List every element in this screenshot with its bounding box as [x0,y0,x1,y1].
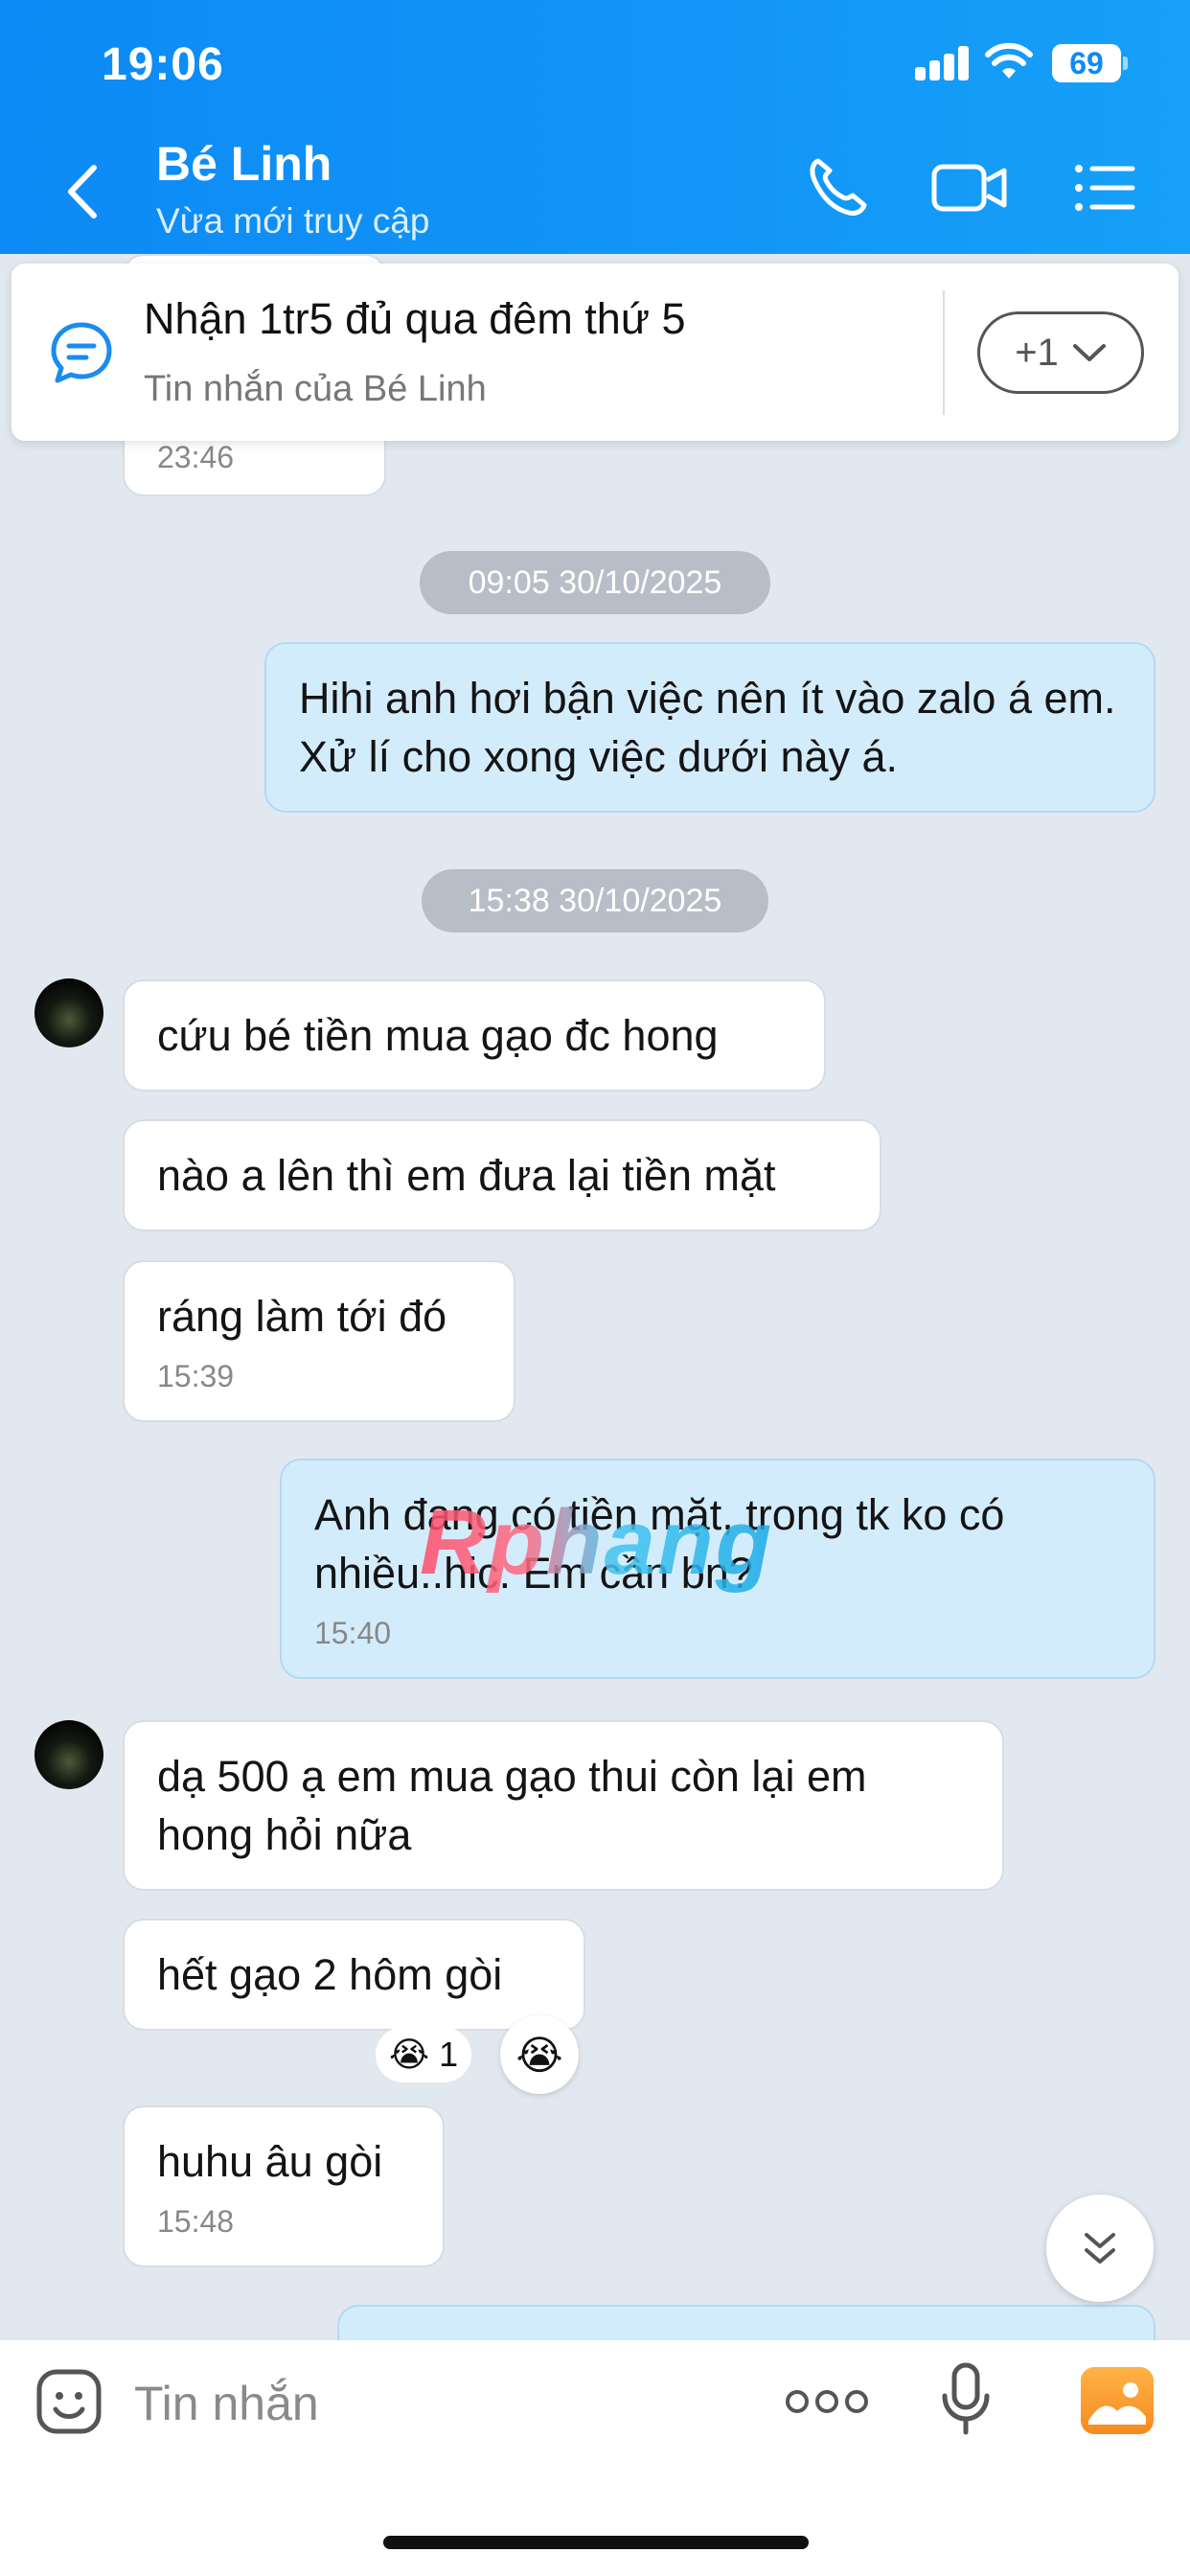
message-input-bar [0,2340,1190,2576]
message-text: hết gạo 2 hôm gòi [157,1950,503,1999]
outgoing-message-partial[interactable] [337,2305,1156,2343]
phone-call-icon[interactable] [805,153,872,220]
message-bubble-icon [51,322,112,383]
incoming-message[interactable]: cứu bé tiền mua gạo đc hong [123,979,826,1092]
reaction-summary[interactable]: 😭 1 [376,2027,472,2082]
more-options-icon[interactable] [786,2382,868,2421]
pinned-message-sender: Tin nhắn của Bé Linh [144,369,487,409]
message-time: 15:40 [314,1616,392,1650]
outgoing-message[interactable]: Hihi anh hơi bận việc nên ít vào zalo á … [264,642,1156,813]
signal-icon [915,46,969,80]
message-text: huhu âu gòi [157,2137,383,2186]
battery-icon: 69 [1052,44,1129,82]
date-separator: 09:05 30/10/2025 [420,551,770,614]
image-gallery-icon[interactable] [1081,2367,1154,2434]
contact-name[interactable]: Bé Linh [156,136,332,192]
message-text: ráng làm tới đó [157,1292,447,1341]
watermark-logo: Rphang [420,1491,774,1594]
home-indicator [383,2536,809,2549]
contact-avatar[interactable] [34,1720,103,1789]
chat-header: 19:06 69 Bé Linh Vừa mới truy cập [0,0,1190,254]
incoming-message[interactable]: huhu âu gòi 15:48 [123,2105,445,2267]
chevron-down-icon [1072,344,1106,361]
add-reaction-button[interactable]: 😭 [500,2015,579,2094]
chat-area[interactable]: 23:46 09:05 30/10/2025 Hihi anh hơi bận … [0,254,1190,2343]
video-call-icon[interactable] [931,153,1008,220]
battery-level: 69 [1052,44,1121,82]
incoming-message[interactable]: dạ 500 ạ em mua gạo thui còn lại em hong… [123,1720,1004,1891]
message-text: Hihi anh hơi bận việc nên ít vào zalo á … [299,674,1116,781]
date-separator: 15:38 30/10/2025 [422,869,768,932]
divider [943,290,945,415]
sticker-emoji-icon[interactable] [34,2367,103,2436]
back-button[interactable] [59,158,107,225]
crying-emoji-icon: 😭 [389,2035,430,2074]
incoming-message[interactable]: hết gạo 2 hôm gòi [123,1919,585,2031]
incoming-message[interactable]: ráng làm tới đó 15:39 [123,1260,515,1422]
reaction-count: 1 [439,2035,459,2074]
pinned-more-count: +1 [1015,331,1059,374]
pinned-more-button[interactable]: +1 [977,311,1144,394]
message-text: nào a lên thì em đưa lại tiền mặt [157,1151,776,1200]
menu-list-icon[interactable] [1071,153,1138,220]
message-text: cứu bé tiền mua gạo đc hong [157,1011,719,1060]
scroll-to-bottom-button[interactable] [1046,2195,1154,2302]
message-time: 15:48 [157,2204,235,2239]
status-time: 19:06 [102,39,224,90]
wifi-icon [985,42,1033,79]
double-chevron-down-icon [1085,2233,1115,2264]
microphone-icon[interactable] [939,2361,993,2438]
incoming-message[interactable]: nào a lên thì em đưa lại tiền mặt [123,1119,881,1231]
message-text: dạ 500 ạ em mua gạo thui còn lại em hong… [157,1752,867,1859]
message-time: 23:46 [157,440,235,474]
message-input[interactable] [134,2369,747,2438]
contact-status: Vừa mới truy cập [156,201,430,241]
message-time: 15:39 [157,1359,235,1393]
pinned-message-text: Nhận 1tr5 đủ qua đêm thứ 5 [144,294,686,343]
pinned-message-bar[interactable]: Nhận 1tr5 đủ qua đêm thứ 5 Tin nhắn của … [11,264,1179,441]
crying-emoji-icon: 😭 [515,2032,563,2078]
contact-avatar[interactable] [34,978,103,1047]
